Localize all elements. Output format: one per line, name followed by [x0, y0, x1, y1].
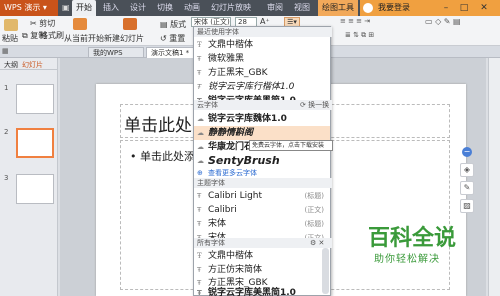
font-item[interactable]: ☁ 锐字云字库魏体1.0 [194, 112, 330, 126]
play-from-current-icon[interactable] [73, 18, 87, 30]
collapse-icon[interactable]: − [462, 147, 472, 157]
style-icon[interactable]: ◈ [460, 163, 474, 177]
refresh-cloud-button[interactable]: ⟳ 换一换 [300, 100, 329, 110]
app-menu-button[interactable]: WPS 演示 ▾ [0, 0, 58, 16]
tab-animation[interactable]: 动画 [184, 0, 200, 16]
vertical-scrollbar[interactable] [488, 58, 500, 296]
font-item[interactable]: Ŧ锐字云字库美黑简1.0 [194, 286, 330, 296]
slide-number: 1 [4, 84, 9, 92]
font-item-hovered[interactable]: ☁ 静静情斟阁 [194, 126, 330, 140]
app-title: WPS 演示 [4, 3, 41, 12]
paste-label[interactable]: 粘贴 [2, 33, 18, 44]
shape-tools[interactable]: ▭ ◇ ✎ ▤ [425, 17, 497, 39]
slide-thumbnail-2[interactable] [16, 128, 54, 158]
format-painter-button[interactable]: 格式刷 [40, 30, 64, 41]
pen-icon[interactable]: ✎ [460, 181, 474, 195]
font-settings-icon[interactable]: ⚙ ✕ [310, 238, 324, 248]
tab-home[interactable]: 开始 [72, 0, 96, 16]
layout-button[interactable]: ▤ 版式 [160, 19, 186, 30]
tab-my-wps[interactable]: 我的WPS [88, 47, 144, 58]
cloud-font-tooltip: 免费云字体，点击下载安装 [249, 140, 333, 151]
reset-button[interactable]: ↺ 重置 [160, 33, 185, 44]
new-slide-icon[interactable] [123, 18, 137, 30]
paragraph-icons[interactable]: ≣ ⇅ ⧉ ⊞ [345, 31, 405, 41]
recent-fonts-header: 最近使用字体 [194, 27, 332, 37]
font-item[interactable]: Ŧ 锐字云字库行楷体1.0 [194, 80, 330, 94]
watermark-title: 百科全说 [368, 226, 457, 251]
font-item[interactable]: Ŧ 方正仿宋简体 [194, 263, 330, 277]
slide-thumbnail-1[interactable] [16, 84, 54, 114]
align-icons[interactable]: ≡ ≡ ≡ ⇥ [340, 17, 400, 27]
cut-button[interactable]: ✂ 剪切 [30, 18, 55, 29]
tab-slideshow[interactable]: 幻灯片放映 [211, 0, 251, 16]
maximize-icon[interactable]: □ [458, 2, 470, 14]
font-item[interactable]: Ŧ 微软雅黑 [194, 52, 330, 66]
new-tab-icon[interactable]: ▦ [2, 47, 12, 58]
fill-icon[interactable]: ▨ [460, 199, 474, 213]
font-item[interactable]: Ŧ 文鼎中楷体 [194, 249, 330, 263]
divider [0, 69, 58, 70]
tab-view[interactable]: 视图 [294, 0, 310, 16]
slide-number: 2 [4, 128, 9, 136]
close-icon[interactable]: ✕ [478, 2, 490, 14]
font-item[interactable]: Ŧ 文鼎中楷体 [194, 38, 330, 52]
font-item[interactable]: Ŧ Calibri Light (标题) [194, 189, 330, 203]
tab-transition[interactable]: 切换 [157, 0, 173, 16]
tab-design[interactable]: 设计 [130, 0, 146, 16]
font-item[interactable]: Ŧ Calibri (正文) [194, 203, 330, 217]
title-placeholder-text: 单击此处 [124, 116, 192, 136]
avatar[interactable] [363, 3, 373, 13]
tab-insert[interactable]: 插入 [103, 0, 119, 16]
font-item[interactable]: Ŧ 方正黑宋_GBK [194, 66, 330, 80]
watermark-subtitle: 助你轻松解决 [374, 254, 440, 265]
save-icon[interactable]: ▣ [62, 3, 72, 13]
font-item[interactable]: Ŧ 宋体 (标题) [194, 217, 330, 231]
slide-number: 3 [4, 174, 9, 182]
paste-icon[interactable] [4, 19, 18, 31]
tab-review[interactable]: 审阅 [267, 0, 283, 16]
minimize-icon[interactable]: – [440, 2, 452, 14]
tab-drawing-tools[interactable]: 绘图工具 [318, 0, 358, 16]
slide-thumbnail-3[interactable] [16, 174, 54, 204]
new-slide-button[interactable]: 新建幻灯片 [104, 33, 144, 44]
from-current-button[interactable]: 从当前开始 [64, 33, 104, 44]
theme-fonts-header: 主题字体 [194, 178, 332, 188]
dropdown-scrollbar[interactable] [322, 248, 329, 294]
